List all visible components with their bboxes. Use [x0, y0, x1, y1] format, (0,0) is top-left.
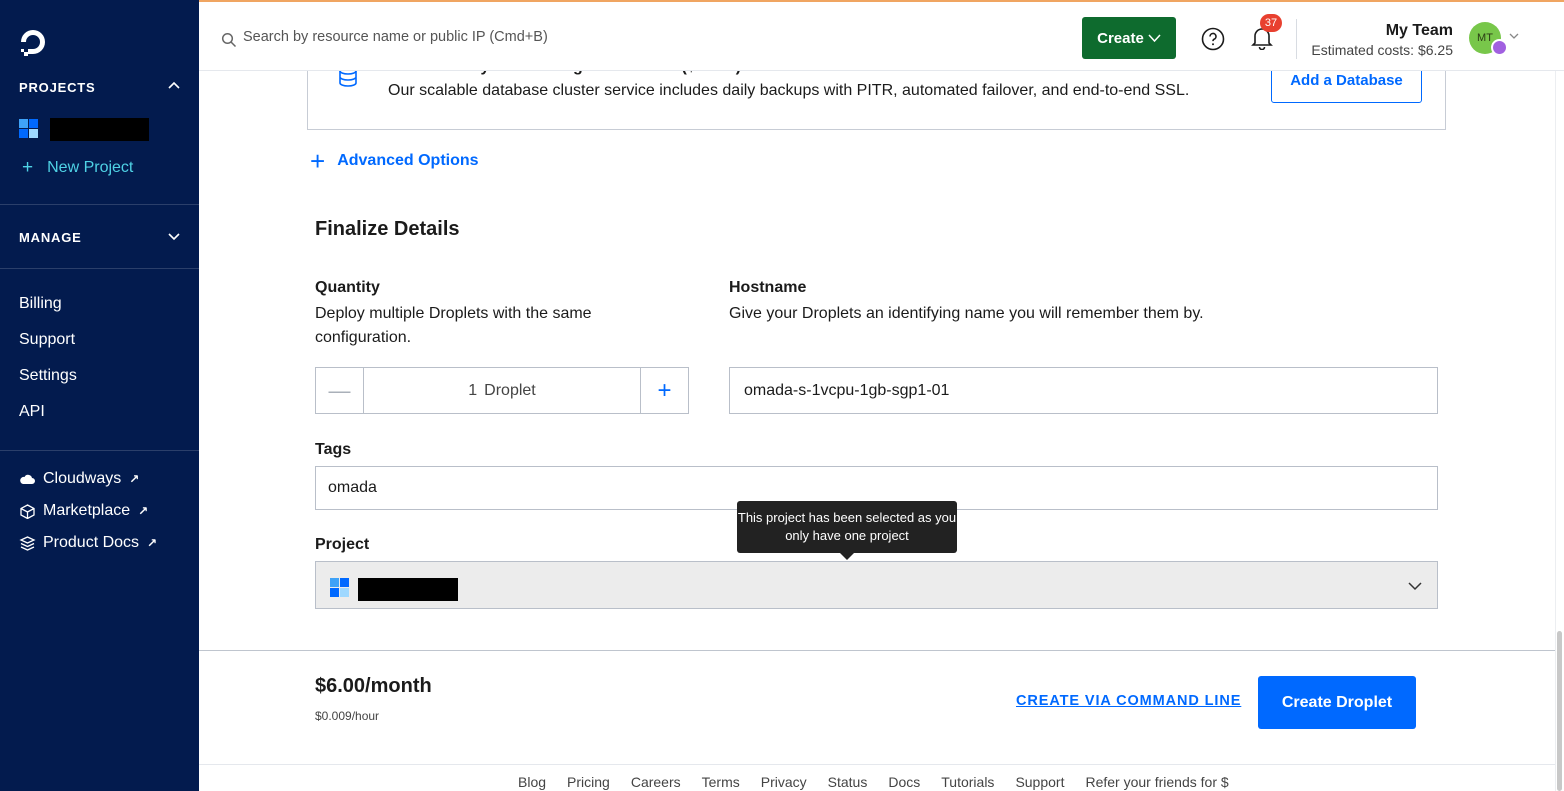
footer-link-blog[interactable]: Blog — [518, 774, 546, 790]
sidebar-item-api[interactable]: API — [19, 403, 45, 421]
tags-label: Tags — [315, 441, 352, 458]
footer-link-support[interactable]: Support — [1015, 774, 1064, 790]
footer-link-privacy[interactable]: Privacy — [761, 774, 807, 790]
manage-heading-label: MANAGE — [19, 230, 82, 245]
quantity-number: 1 — [468, 381, 478, 399]
notification-badge: 37 — [1260, 14, 1282, 32]
chevron-down-icon — [1148, 33, 1161, 42]
monthly-price: $6.00/month — [315, 675, 432, 697]
hourly-price: $0.009/hour — [315, 709, 380, 723]
search-input[interactable] — [243, 24, 803, 50]
footer-link-tutorials[interactable]: Tutorials — [941, 774, 994, 790]
top-header: Create 37 My Team Estimated costs: $6.25… — [199, 2, 1564, 71]
summary-divider — [199, 650, 1555, 651]
digitalocean-logo-icon[interactable] — [17, 26, 49, 58]
header-separator — [1296, 19, 1297, 59]
new-project-link[interactable]: + New Project — [22, 157, 133, 179]
external-link-icon: ↗ — [129, 472, 140, 486]
plus-icon: + — [22, 157, 34, 178]
sidebar-project-item[interactable] — [19, 117, 149, 141]
sidebar-item-marketplace[interactable]: Marketplace ↗ — [19, 502, 148, 520]
team-name[interactable]: My Team — [1386, 22, 1453, 40]
chevron-up-icon[interactable] — [167, 79, 181, 93]
scrollbar-thumb[interactable] — [1557, 631, 1562, 791]
external-link-icon: ↗ — [138, 504, 149, 518]
quantity-stepper: — 1 Droplet + — [315, 367, 689, 414]
chevron-down-icon[interactable] — [1508, 30, 1520, 42]
manage-heading[interactable]: MANAGE — [19, 230, 180, 245]
cloudways-label: Cloudways — [43, 470, 122, 487]
sidebar-divider — [0, 450, 199, 451]
footer-links: Blog Pricing Careers Terms Privacy Statu… — [518, 774, 1250, 790]
advanced-options-toggle[interactable]: + Advanced Options — [310, 146, 479, 176]
sidebar-item-settings[interactable]: Settings — [19, 367, 77, 385]
footer-link-pricing[interactable]: Pricing — [567, 774, 610, 790]
layers-icon — [19, 535, 36, 551]
footer-link-referral[interactable]: Refer your friends for $ — [1085, 774, 1228, 790]
footer-link-status[interactable]: Status — [828, 774, 868, 790]
sidebar-item-support[interactable]: Support — [19, 331, 75, 349]
advanced-options-label: Advanced Options — [337, 152, 479, 169]
project-tooltip: This project has been selected as you on… — [737, 501, 957, 560]
sidebar: PROJECTS + New Project MANAGE Billing Su… — [0, 0, 199, 791]
create-button-label: Create — [1097, 29, 1144, 47]
project-label: Project — [315, 536, 370, 553]
avatar-status-icon — [1491, 39, 1508, 56]
sidebar-divider — [0, 204, 199, 205]
decrease-quantity-button[interactable]: — — [316, 368, 364, 413]
product-docs-label: Product Docs — [43, 534, 140, 551]
quantity-unit: Droplet — [484, 381, 536, 399]
external-link-icon: ↗ — [147, 536, 158, 550]
redacted-project-name — [358, 578, 458, 601]
new-project-label: New Project — [47, 159, 134, 176]
quantity-help-text: Deploy multiple Droplets with the same c… — [315, 305, 592, 346]
hostname-label: Hostname — [729, 279, 807, 296]
cloud-icon — [20, 474, 35, 484]
chevron-down-icon — [1408, 582, 1422, 591]
create-droplet-button[interactable]: Create Droplet — [1258, 676, 1416, 729]
project-icon — [330, 578, 349, 597]
redacted-project-name — [50, 117, 149, 141]
plus-icon: + — [310, 146, 326, 176]
estimated-costs: Estimated costs: $6.25 — [1311, 42, 1453, 58]
sidebar-divider — [0, 268, 199, 269]
project-select[interactable] — [315, 561, 1438, 609]
increase-quantity-button[interactable]: + — [640, 368, 688, 413]
sidebar-item-billing[interactable]: Billing — [19, 295, 62, 313]
footer-link-terms[interactable]: Terms — [702, 774, 740, 790]
create-via-command-line-link[interactable]: CREATE VIA COMMAND LINE — [1016, 693, 1241, 709]
hostname-help-text: Give your Droplets an identifying name y… — [729, 305, 1204, 322]
project-icon — [19, 119, 38, 138]
cube-icon — [20, 503, 35, 519]
hostname-input[interactable]: omada-s-1vcpu-1gb-sgp1-01 — [729, 367, 1438, 414]
footer-divider — [199, 764, 1555, 765]
project-tooltip-text: This project has been selected as you on… — [737, 510, 957, 543]
footer-link-docs[interactable]: Docs — [888, 774, 920, 790]
sidebar-item-cloudways[interactable]: Cloudways ↗ — [19, 470, 139, 488]
help-icon[interactable] — [1201, 27, 1225, 51]
quantity-label: Quantity — [315, 279, 380, 296]
database-card-description: Our scalable database cluster service in… — [388, 82, 1190, 99]
search-icon — [221, 32, 237, 48]
create-button[interactable]: Create — [1082, 17, 1176, 59]
footer-link-careers[interactable]: Careers — [631, 774, 681, 790]
finalize-details-heading: Finalize Details — [315, 218, 460, 240]
projects-heading-label: PROJECTS — [19, 80, 96, 95]
sidebar-item-product-docs[interactable]: Product Docs ↗ — [19, 534, 157, 552]
tag-value: omada — [328, 479, 377, 496]
hostname-value: omada-s-1vcpu-1gb-sgp1-01 — [744, 381, 950, 399]
projects-heading[interactable]: PROJECTS — [19, 80, 180, 95]
quantity-value[interactable]: 1 Droplet — [364, 368, 640, 413]
chevron-down-icon[interactable] — [167, 229, 181, 243]
marketplace-label: Marketplace — [43, 502, 131, 519]
